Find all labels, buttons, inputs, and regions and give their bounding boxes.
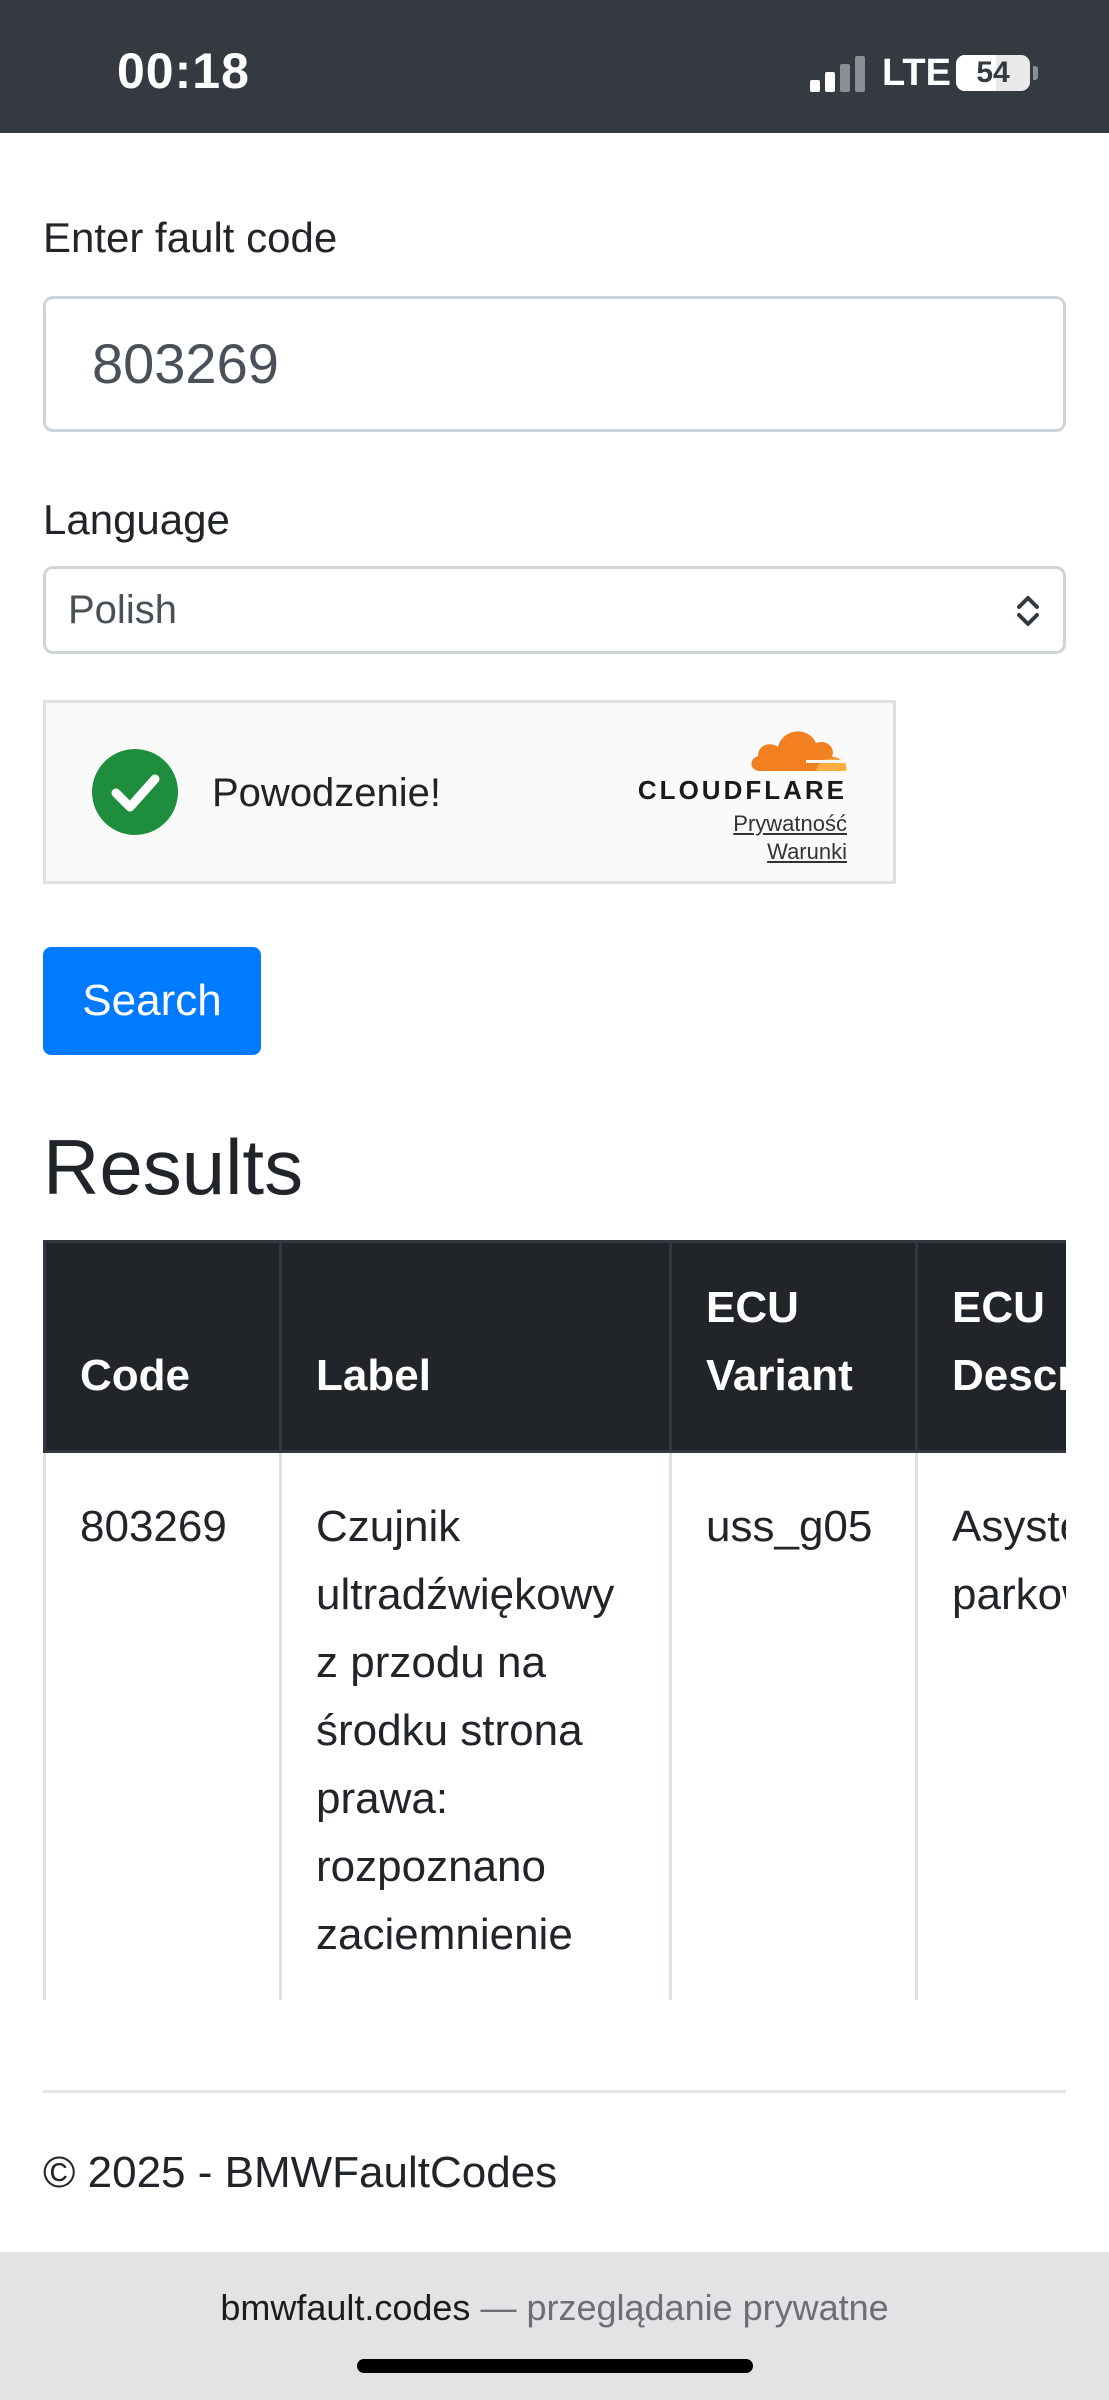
results-table: Code Label ECU Variant ECU Description 8… [43, 1240, 1066, 2000]
language-select-value: Polish [68, 588, 177, 632]
results-heading: Results [43, 1123, 304, 1211]
signal-icon [810, 56, 868, 92]
url-separator: — [470, 2287, 527, 2328]
home-indicator[interactable] [357, 2359, 753, 2373]
network-type: LTE [882, 52, 951, 94]
fault-code-input[interactable]: 803269 [43, 296, 1066, 432]
column-header-ecu-description: ECU Description [915, 1240, 1066, 1453]
status-bar: 00:18 LTE 54 [0, 0, 1109, 133]
fault-code-label: Enter fault code [43, 214, 338, 261]
battery-level: 54 [976, 56, 1010, 89]
status-time: 00:18 [117, 43, 250, 99]
cell-label: Czujnik ultradźwiękowy z przodu na środk… [279, 1450, 672, 2000]
column-header-ecu-variant: ECU Variant [669, 1240, 918, 1453]
captcha-status-text: Powodzenie! [212, 771, 442, 815]
search-button[interactable]: Search [43, 947, 261, 1055]
url-display[interactable]: bmwfault.codes — przeglądanie prywatne [0, 2287, 1109, 2329]
column-header-label: Label [279, 1240, 672, 1453]
cell-ecu-description: Asystent parkowania [915, 1450, 1066, 2000]
url-domain: bmwfault.codes [220, 2287, 471, 2328]
select-arrows-icon [1017, 596, 1039, 626]
terms-link[interactable]: Warunki [767, 839, 847, 865]
browser-url-bar[interactable]: bmwfault.codes — przeglądanie prywatne [0, 2252, 1109, 2400]
table-header-row: Code Label ECU Variant ECU Description [43, 1240, 1066, 1453]
cell-ecu-variant: uss_g05 [669, 1450, 918, 2000]
browsing-mode: przeglądanie prywatne [526, 2287, 889, 2328]
footer-copyright: © 2025 - BMWFaultCodes [43, 2148, 558, 2197]
battery-icon: 54 [956, 55, 1030, 91]
results-table-container[interactable]: Code Label ECU Variant ECU Description 8… [43, 1240, 1066, 2000]
captcha-widget[interactable]: Powodzenie! CLOUDFLARE Prywatność Warunk… [43, 700, 896, 884]
battery-tip [1033, 66, 1038, 80]
success-check-icon [92, 749, 178, 835]
table-row: 803269 Czujnik ultradźwiękowy z przodu n… [43, 1450, 1066, 2000]
column-header-code: Code [43, 1240, 282, 1453]
cell-code: 803269 [43, 1450, 282, 2000]
language-label: Language [43, 496, 230, 543]
language-select[interactable]: Polish [43, 566, 1066, 654]
privacy-link[interactable]: Prywatność [733, 811, 847, 837]
cloudflare-logo-text: CLOUDFLARE [637, 775, 847, 805]
footer-divider [43, 2090, 1066, 2093]
cloudflare-cloud-icon [751, 731, 847, 771]
